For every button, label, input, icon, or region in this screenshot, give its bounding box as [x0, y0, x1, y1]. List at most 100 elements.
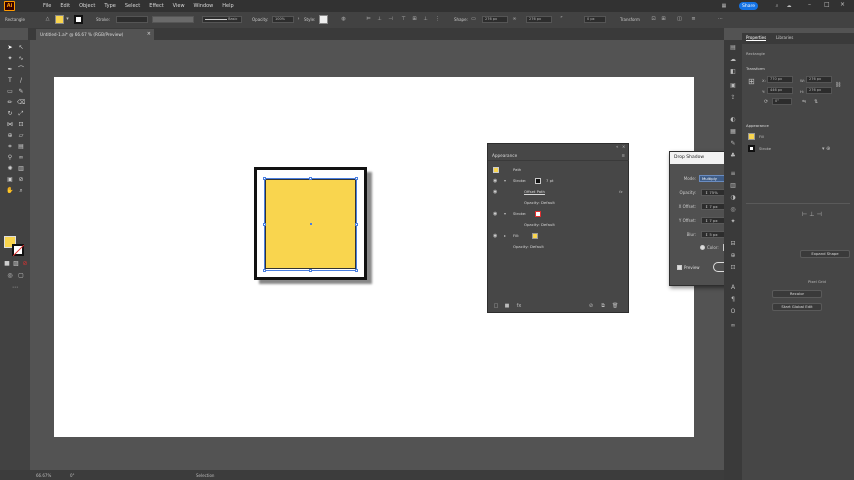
expand-triangle-icon[interactable]: ▾ — [504, 211, 506, 216]
lasso-icon[interactable]: ∿ — [17, 55, 25, 63]
close-tab-icon[interactable]: × — [147, 29, 151, 40]
distribute-icon[interactable]: ⋮ — [434, 16, 441, 23]
menu-object[interactable]: Object — [79, 3, 95, 9]
graph-tool-icon[interactable]: ▥ — [17, 165, 25, 173]
menu-window[interactable]: Window — [194, 3, 214, 9]
color-radio[interactable] — [700, 245, 705, 250]
transform-panel-icon[interactable]: ⊡ — [729, 264, 737, 272]
appearance-row-path[interactable]: Path — [488, 165, 629, 176]
artboards-icon[interactable]: ▣ — [729, 82, 737, 90]
scale-tool-icon[interactable]: ⤢ — [17, 110, 25, 118]
link-icon[interactable]: ∞ — [511, 16, 518, 23]
gradient-tool-icon[interactable]: ▤ — [17, 143, 25, 151]
align-icons-row[interactable]: ⊢⊥⊣ — [802, 211, 824, 218]
handle-top-left[interactable] — [263, 177, 266, 180]
menu-view[interactable]: View — [173, 3, 185, 9]
reference-point-icon[interactable]: ⊞ — [748, 77, 755, 86]
stroke-swatch[interactable] — [748, 145, 755, 152]
panel-close-icon[interactable]: × — [622, 144, 625, 149]
visibility-eye-icon[interactable]: ◉ — [493, 211, 499, 217]
stroke-swatch-mini[interactable] — [535, 178, 541, 184]
shape-builder-icon[interactable]: ⊕ — [6, 132, 14, 140]
flip-vertical-icon[interactable]: ⇅ — [814, 99, 818, 105]
appearance-icon[interactable]: ◎ — [729, 206, 737, 214]
graphic-styles-icon[interactable]: ✦ — [729, 218, 737, 226]
handle-bottom-right[interactable] — [355, 269, 358, 272]
stroke-swatch[interactable] — [12, 244, 24, 256]
eraser-icon[interactable]: ⌫ — [17, 99, 25, 107]
zoom-level[interactable]: 66.67% — [36, 473, 51, 478]
handle-top-right[interactable] — [355, 177, 358, 180]
stroke-weight-field[interactable] — [116, 16, 148, 23]
none-mode-icon[interactable]: ⊘ — [21, 260, 29, 268]
magic-wand-icon[interactable]: ✦ — [6, 55, 14, 63]
opacity-field[interactable]: 100% — [272, 16, 294, 23]
handle-bottom-left[interactable] — [263, 269, 266, 272]
hand-tool-icon[interactable]: ✋ — [6, 187, 14, 195]
stroke-options-icon[interactable]: ▾ ⊕ — [822, 146, 830, 152]
visibility-eye-icon[interactable]: ◉ — [493, 189, 499, 195]
menu-file[interactable]: File — [43, 3, 51, 9]
character-icon[interactable]: A — [729, 284, 737, 292]
screen-mode-icon[interactable]: ▢ — [17, 272, 25, 280]
align-left-icon[interactable]: ⊨ — [365, 16, 372, 23]
h-field[interactable]: 276 px — [806, 87, 832, 94]
direct-selection-tool-icon[interactable]: ↖ — [17, 44, 25, 52]
layers-icon[interactable]: ▤ — [729, 44, 737, 52]
appearance-row-stroke-2[interactable]: ◉ ▾ Stroke: — [488, 209, 629, 220]
stroke-weight[interactable]: 7 pt — [546, 178, 554, 183]
handle-middle-right[interactable] — [355, 223, 358, 226]
pen-tool-icon[interactable]: ✒ — [6, 66, 14, 74]
isolate-icon[interactable]: ◫ — [676, 16, 683, 23]
recolor-icon[interactable]: ◍ — [340, 16, 347, 23]
zoom-tool-icon[interactable]: ⌕ — [17, 187, 25, 195]
visibility-eye-icon[interactable]: ◉ — [493, 178, 499, 184]
free-transform-icon[interactable]: ⊡ — [17, 121, 25, 129]
appearance-row-fill[interactable]: ◉ ▸ Fill: — [488, 231, 629, 242]
perspective-grid-icon[interactable]: ▱ — [17, 132, 25, 140]
search-icon[interactable]: ⌕ — [774, 3, 780, 9]
transform-each-icon[interactable]: ⊞ — [660, 16, 667, 23]
appearance-row-opacity[interactable]: Opacity: Default — [488, 198, 629, 209]
rectangle-tool-icon[interactable]: ▭ — [6, 88, 14, 96]
constrain-proportions-icon[interactable]: ⛓ — [835, 82, 841, 88]
chevron-down-icon[interactable]: ▾ — [64, 16, 71, 23]
align-middle-icon[interactable]: ⊞ — [411, 16, 418, 23]
pencil-tool-icon[interactable]: ✏ — [6, 99, 14, 107]
rotation-value[interactable]: 0° — [70, 473, 75, 478]
recolor-button[interactable]: Recolor — [772, 290, 822, 298]
align-bottom-icon[interactable]: ⊥ — [422, 16, 429, 23]
brushes-icon[interactable]: ✎ — [729, 140, 737, 148]
links-icon[interactable]: ∞ — [729, 322, 737, 330]
paintbrush-icon[interactable]: ✎ — [17, 88, 25, 96]
handle-bottom-middle[interactable] — [309, 269, 312, 272]
more-options-icon[interactable]: ≡ — [690, 16, 697, 23]
w-field[interactable]: 276 px — [806, 76, 832, 83]
brush-definition-field[interactable]: Basic — [202, 16, 242, 23]
handle-top-middle[interactable] — [309, 177, 312, 180]
preview-label[interactable]: Preview — [684, 265, 700, 270]
appearance-row-opacity-3[interactable]: Opacity: Default — [488, 242, 629, 253]
fill-swatch-mini[interactable] — [532, 233, 538, 239]
graphic-style-swatch[interactable] — [319, 15, 328, 24]
type-tool-icon[interactable]: T — [6, 77, 14, 85]
libraries-icon[interactable]: ☁ — [729, 56, 737, 64]
rotation-field[interactable]: 0° — [772, 98, 792, 105]
expand-triangle-icon[interactable]: ▾ — [504, 178, 506, 183]
document-tab[interactable]: Untitled-1.ai* @ 66.67 % (RGB/Preview) × — [36, 29, 154, 40]
align-top-icon[interactable]: ⊤ — [400, 16, 407, 23]
paragraph-icon[interactable]: ¶ — [729, 296, 737, 304]
align-center-icon[interactable]: ⊥ — [376, 16, 383, 23]
width-field[interactable]: 276 px — [482, 16, 508, 23]
handle-middle-left[interactable] — [263, 223, 266, 226]
height-field[interactable]: 276 px — [526, 16, 552, 23]
pathfinder-icon[interactable]: ⊕ — [729, 252, 737, 260]
eyedropper-icon[interactable]: ⚲ — [6, 154, 14, 162]
add-stroke-icon[interactable]: □ — [493, 303, 499, 309]
selection-tool-icon[interactable]: ➤ — [6, 44, 14, 52]
corner-radius-field[interactable]: 0 px — [584, 16, 606, 23]
expand-shape-button[interactable]: Expand Shape — [800, 250, 850, 258]
tab-libraries[interactable]: Libraries — [776, 35, 793, 40]
variable-width-field[interactable] — [152, 16, 194, 23]
slice-tool-icon[interactable]: ⊘ — [17, 176, 25, 184]
